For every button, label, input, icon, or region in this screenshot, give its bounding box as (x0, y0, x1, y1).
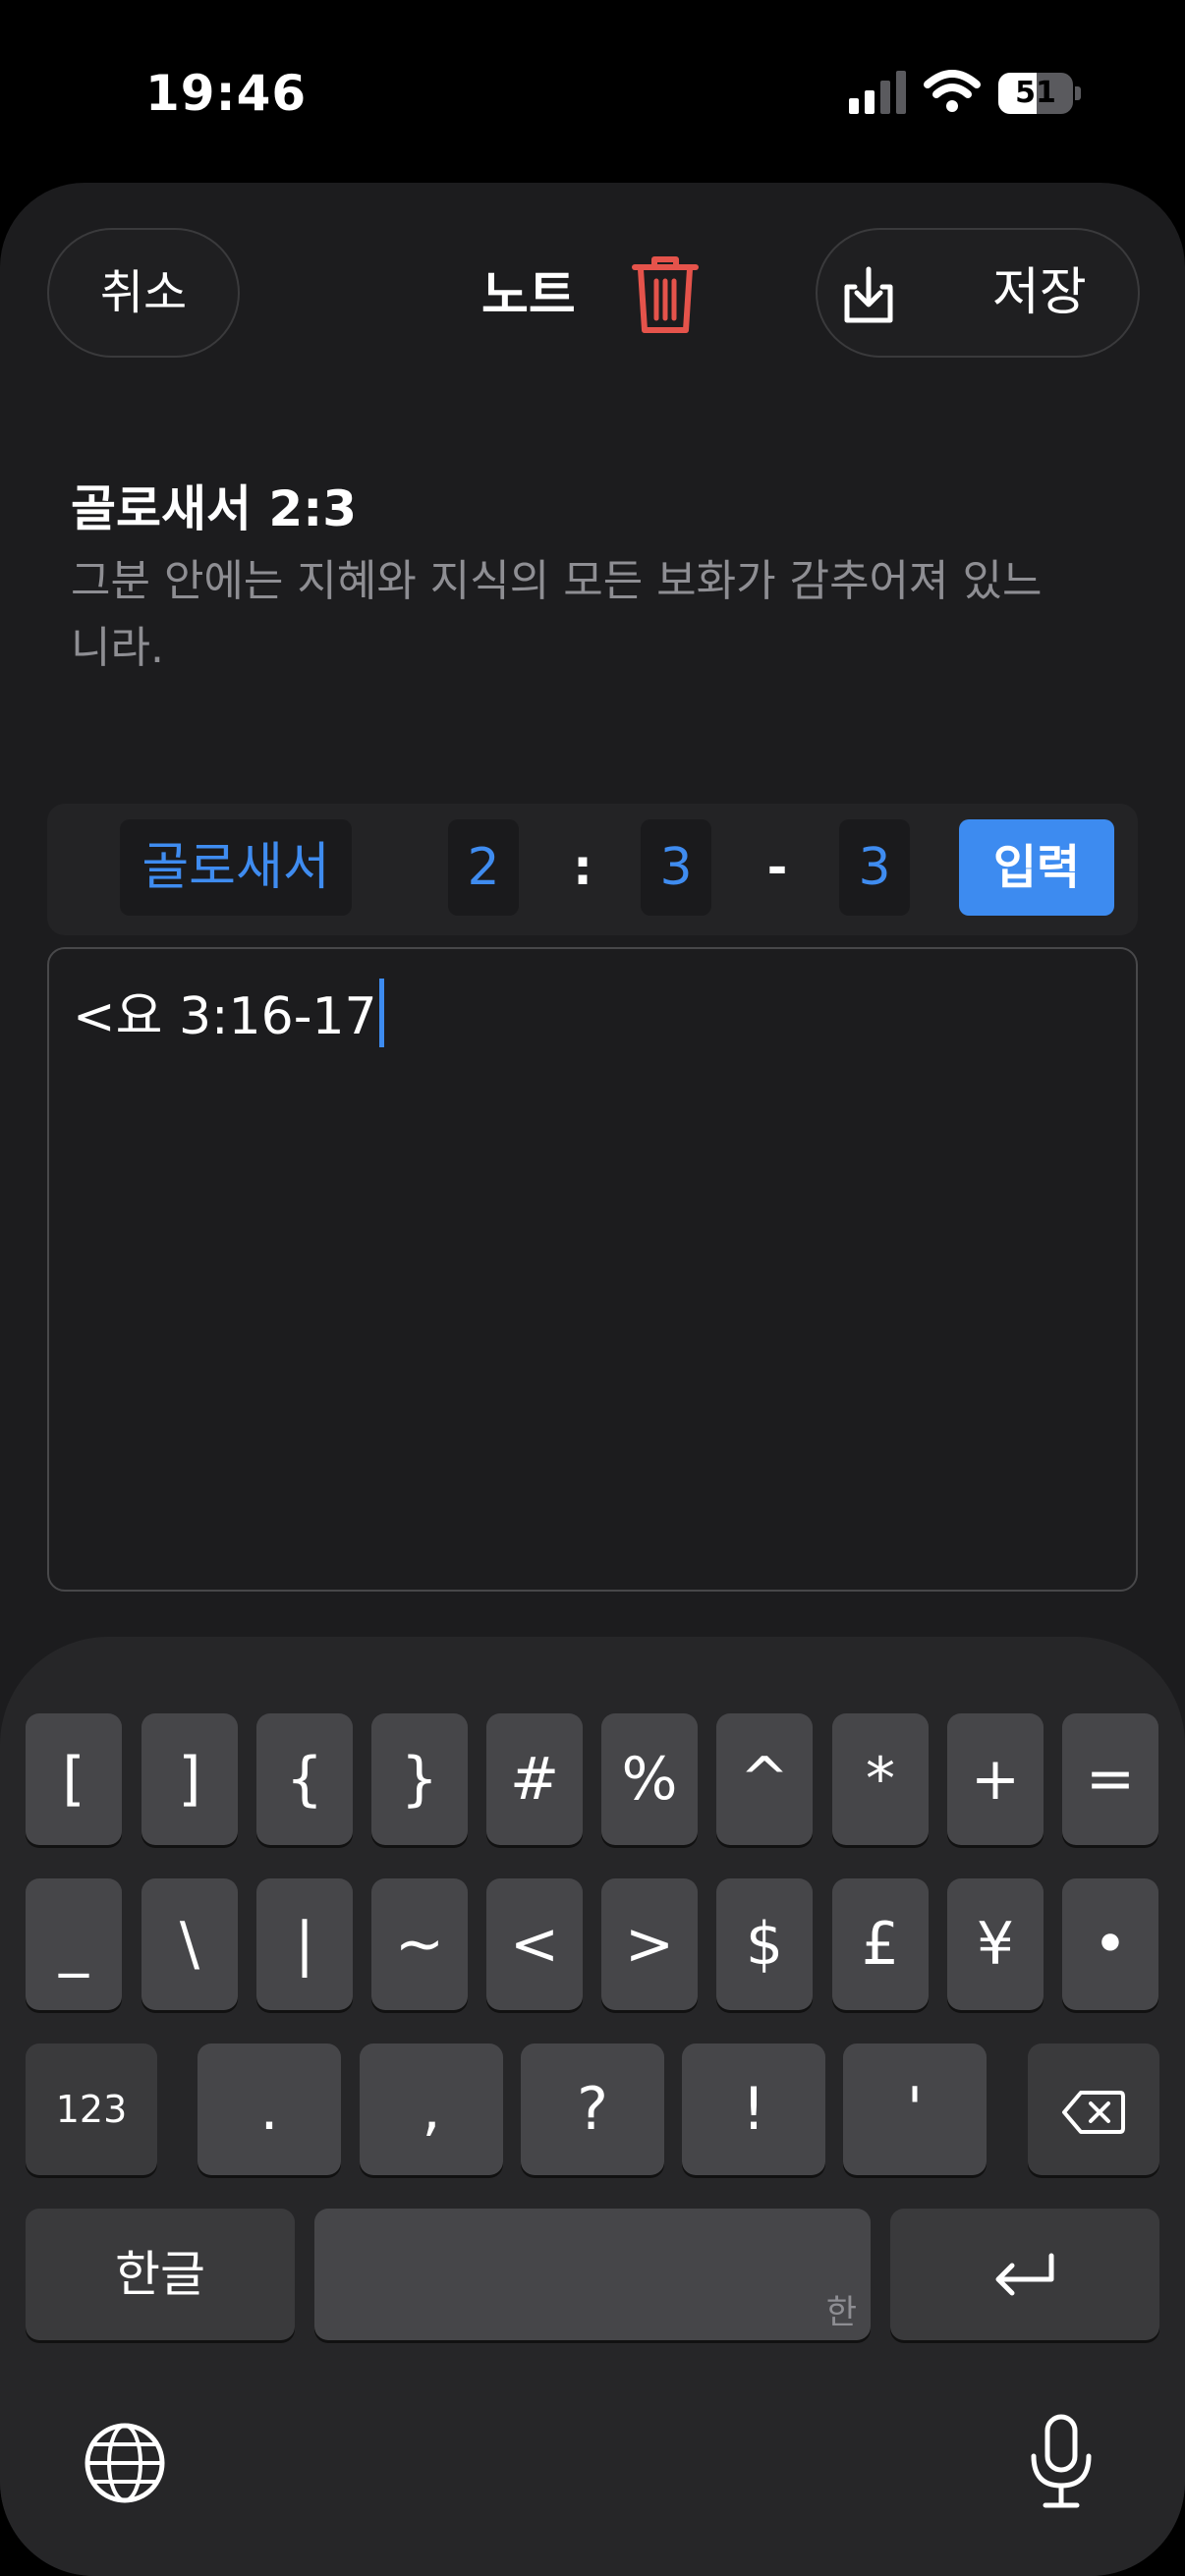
key-plus[interactable]: + (947, 1713, 1044, 1845)
globe-icon[interactable] (83, 2421, 167, 2505)
insert-button[interactable]: 입력 (959, 819, 1114, 916)
key-apostrophe[interactable]: ' (843, 2044, 987, 2175)
key-underscore[interactable]: _ (26, 1878, 122, 2010)
key-yen[interactable]: ¥ (947, 1878, 1044, 2010)
editor-text: <요 3:16-17 (73, 987, 377, 1046)
key-greater-than[interactable]: > (601, 1878, 698, 2010)
book-picker[interactable]: 골로새서 (120, 819, 352, 916)
verse-end-picker[interactable]: 3 (839, 819, 910, 916)
chapter-verse-separator: : (573, 839, 592, 896)
return-key[interactable] (890, 2209, 1159, 2340)
key-dollar[interactable]: $ (716, 1878, 813, 2010)
key-comma[interactable]: , (360, 2044, 503, 2175)
backspace-key[interactable] (1028, 2044, 1159, 2175)
cellular-signal-icon (849, 71, 906, 114)
key-open-brace[interactable]: { (256, 1713, 353, 1845)
battery-level: 51 (1015, 76, 1056, 110)
reference-text: 그분 안에는 지혜와 지식의 모든 보화가 감추어져 있느니라. (71, 556, 1043, 673)
chapter-picker[interactable]: 2 (448, 819, 519, 916)
note-editor[interactable]: <요 3:16-17 (47, 947, 1138, 1592)
space-bar[interactable]: 한 (314, 2209, 871, 2340)
key-asterisk[interactable]: * (832, 1713, 929, 1845)
key-backslash[interactable]: \ (141, 1878, 238, 2010)
key-less-than[interactable]: < (486, 1878, 583, 2010)
status-time: 19:46 (145, 65, 308, 122)
battery-indicator: 51 (998, 73, 1081, 116)
page-title: 노트 (481, 266, 576, 325)
save-label: 저장 (992, 263, 1087, 322)
key-close-bracket[interactable]: ] (141, 1713, 238, 1845)
verse-start-picker[interactable]: 3 (641, 819, 711, 916)
key-period[interactable]: . (198, 2044, 341, 2175)
key-pound[interactable]: £ (832, 1878, 929, 2010)
verse-selector: 골로새서 2 : 3 - 3 입력 (47, 804, 1138, 935)
key-equals[interactable]: = (1062, 1713, 1158, 1845)
return-icon (995, 2253, 1054, 2296)
space-bar-hint: 한 (825, 2293, 857, 2332)
save-button[interactable]: 저장 (816, 228, 1140, 358)
trash-icon[interactable] (629, 253, 702, 336)
key-open-bracket[interactable]: [ (26, 1713, 122, 1845)
wifi-icon (924, 70, 981, 112)
save-download-icon (844, 266, 893, 323)
microphone-icon[interactable] (1026, 2413, 1097, 2511)
reference-title: 골로새서 2:3 (71, 480, 357, 537)
key-pipe[interactable]: | (256, 1878, 353, 2010)
key-question[interactable]: ? (521, 2044, 664, 2175)
key-exclamation[interactable]: ! (682, 2044, 825, 2175)
key-bullet[interactable]: • (1062, 1878, 1158, 2010)
text-caret (378, 979, 384, 1047)
key-123-mode[interactable]: 123 (26, 2044, 157, 2175)
key-tilde[interactable]: ~ (371, 1878, 468, 2010)
backspace-icon (1062, 2091, 1125, 2135)
cancel-button[interactable]: 취소 (47, 228, 240, 358)
key-language-hangul[interactable]: 한글 (26, 2209, 295, 2340)
verse-range-separator: - (766, 839, 788, 896)
key-close-brace[interactable]: } (371, 1713, 468, 1845)
key-hash[interactable]: # (486, 1713, 583, 1845)
key-caret[interactable]: ^ (716, 1713, 813, 1845)
key-percent[interactable]: % (601, 1713, 698, 1845)
